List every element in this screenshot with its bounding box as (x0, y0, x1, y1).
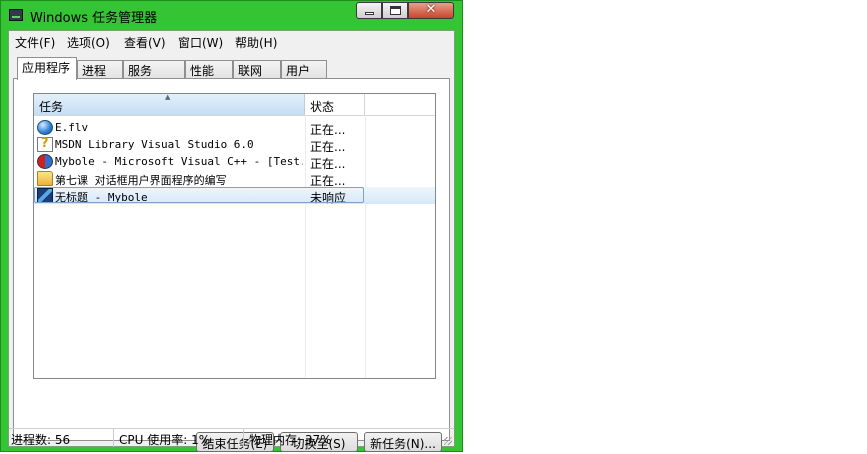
status-divider (113, 429, 114, 447)
task-name: MSDN Library Visual Studio 6.0 (55, 138, 254, 151)
physical-memory: 物理内存: 37% (249, 433, 332, 447)
tab-users[interactable]: 用户 (281, 60, 327, 79)
status-divider (243, 429, 244, 447)
menu-bar: 文件(F) 选项(O) 查看(V) 窗口(W) 帮助(H) (9, 31, 454, 51)
column-status-label: 状态 (310, 100, 335, 114)
task-row[interactable]: MSDN Library Visual Studio 6.0 正在... (34, 136, 435, 154)
task-manager-app-icon (9, 9, 23, 21)
sort-ascending-icon: ▲ (165, 93, 171, 101)
menu-view[interactable]: 查看(V) (124, 34, 166, 51)
menu-options[interactable]: 选项(O) (67, 34, 110, 51)
tab-processes[interactable]: 进程 (77, 60, 123, 79)
folder-icon (37, 171, 53, 186)
column-header-status[interactable]: 状态 (305, 94, 365, 115)
column-task-label: 任务 (39, 100, 64, 114)
close-button[interactable]: ✕ (408, 2, 454, 19)
task-name: 第七课 对话框用户界面程序的编写 (55, 174, 227, 187)
list-header: 任务 ▲ 状态 (34, 94, 435, 116)
resize-grip-icon[interactable] (444, 437, 452, 445)
tab-strip: 应用程序 进程 服务 性能 联网 用户 (9, 57, 454, 80)
process-count: 进程数: 56 (11, 433, 71, 447)
tab-applications[interactable]: 应用程序 (17, 57, 77, 80)
task-name: 无标题 - Mybole (55, 191, 148, 204)
tab-services[interactable]: 服务 (123, 60, 185, 79)
task-manager-window: Windows 任务管理器 ✕ 文件(F) 选项(O) 查看(V) 窗口(W) … (0, 0, 463, 452)
task-name: Mybole - Microsoft Visual C++ - [Test... (55, 155, 303, 168)
help-icon (37, 136, 53, 152)
menu-file[interactable]: 文件(F) (15, 34, 55, 51)
minimize-button[interactable] (356, 2, 382, 19)
task-status: 未响应 (310, 191, 347, 205)
column-header-empty (365, 94, 435, 115)
applications-panel: 任务 ▲ 状态 E.flv 正在... MSDN (13, 78, 450, 452)
mybole-app-icon (37, 188, 53, 203)
task-row[interactable]: Mybole - Microsoft Visual C++ - [Test...… (34, 153, 435, 171)
cpu-usage: CPU 使用率: 1% (119, 433, 211, 447)
task-row[interactable]: 第七课 对话框用户界面程序的编写 正在... (34, 170, 435, 188)
visual-cpp-icon (37, 154, 53, 169)
globe-icon (37, 120, 53, 135)
task-name: E.flv (55, 121, 89, 134)
task-list[interactable]: 任务 ▲ 状态 E.flv 正在... MSDN (33, 93, 436, 379)
task-row[interactable]: E.flv 正在... (34, 119, 435, 137)
tab-networking[interactable]: 联网 (233, 60, 281, 79)
menu-help[interactable]: 帮助(H) (235, 34, 277, 51)
column-header-task[interactable]: 任务 ▲ (34, 94, 305, 115)
client-area: 文件(F) 选项(O) 查看(V) 窗口(W) 帮助(H) 应用程序 进程 服务… (8, 30, 455, 452)
close-icon: ✕ (425, 2, 437, 17)
title-bar[interactable]: Windows 任务管理器 ✕ (1, 1, 462, 29)
status-bar: 进程数: 56 CPU 使用率: 1% 物理内存: 37% (9, 428, 454, 447)
menu-window[interactable]: 窗口(W) (178, 34, 223, 51)
window-title: Windows 任务管理器 (30, 11, 158, 26)
maximize-button[interactable] (382, 2, 408, 19)
tab-performance[interactable]: 性能 (185, 60, 233, 79)
task-row-selected[interactable]: 无标题 - Mybole 未响应 (34, 187, 435, 205)
